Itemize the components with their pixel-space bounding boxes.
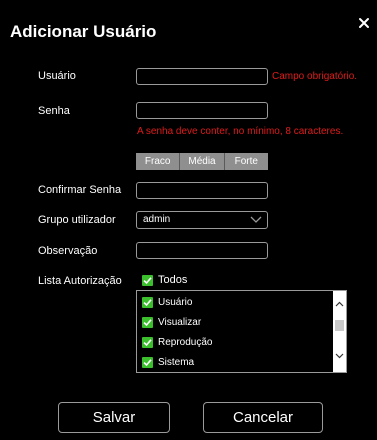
- auth-item-playback[interactable]: Reprodução: [142, 337, 212, 348]
- check-icon: [142, 317, 153, 328]
- auth-item-label: Visualizar: [158, 317, 202, 328]
- username-input[interactable]: [136, 68, 268, 85]
- dialog-title: Adicionar Usuário: [10, 22, 157, 41]
- close-icon[interactable]: [357, 16, 371, 30]
- auth-item-label: Sistema: [158, 357, 195, 368]
- chevron-down-icon[interactable]: [335, 353, 344, 359]
- group-select[interactable]: admin: [136, 211, 268, 229]
- strength-strong: Forte: [224, 153, 268, 170]
- check-icon: [142, 297, 153, 308]
- auth-item-system[interactable]: Sistema: [142, 357, 194, 368]
- password-label: Senha: [38, 105, 70, 117]
- password-error: A senha deve conter, no mínimo, 8 caract…: [137, 126, 344, 137]
- list-scrollbar[interactable]: [333, 291, 346, 372]
- confirm-password-input[interactable]: [136, 182, 268, 199]
- check-icon: [142, 337, 153, 348]
- add-user-dialog: Adicionar Usuário Usuário Campo obrigató…: [0, 0, 377, 440]
- chevron-down-icon: [250, 216, 262, 223]
- strength-medium: Média: [180, 153, 225, 170]
- check-icon: [142, 357, 153, 368]
- chevron-up-icon[interactable]: [335, 301, 344, 307]
- strength-weak: Fraco: [136, 153, 181, 170]
- username-label: Usuário: [38, 70, 76, 82]
- username-error: Campo obrigatório.: [272, 71, 358, 82]
- auth-item-view[interactable]: Visualizar: [142, 317, 201, 328]
- group-selected-value: admin: [143, 214, 171, 225]
- save-button[interactable]: Salvar: [58, 402, 170, 433]
- note-label: Observação: [38, 245, 98, 257]
- password-strength-meter: Fraco Média Forte: [136, 153, 268, 170]
- group-label: Grupo utilizador: [38, 214, 116, 226]
- auth-permission-list: Usuário Visualizar Reprodução Sistema: [136, 290, 347, 373]
- auth-item-label: Reprodução: [158, 337, 213, 348]
- auth-item-label: Usuário: [158, 297, 193, 308]
- auth-all-checkbox[interactable]: Todos: [142, 274, 187, 286]
- auth-list-label: Lista Autorização: [38, 275, 122, 287]
- check-icon: [142, 274, 153, 286]
- note-input[interactable]: [136, 242, 268, 259]
- cancel-button[interactable]: Cancelar: [203, 402, 323, 433]
- password-input[interactable]: [136, 102, 268, 119]
- scrollbar-thumb[interactable]: [335, 320, 344, 331]
- auth-item-users[interactable]: Usuário: [142, 297, 192, 308]
- auth-all-label: Todos: [158, 274, 188, 286]
- confirm-password-label: Confirmar Senha: [38, 184, 122, 196]
